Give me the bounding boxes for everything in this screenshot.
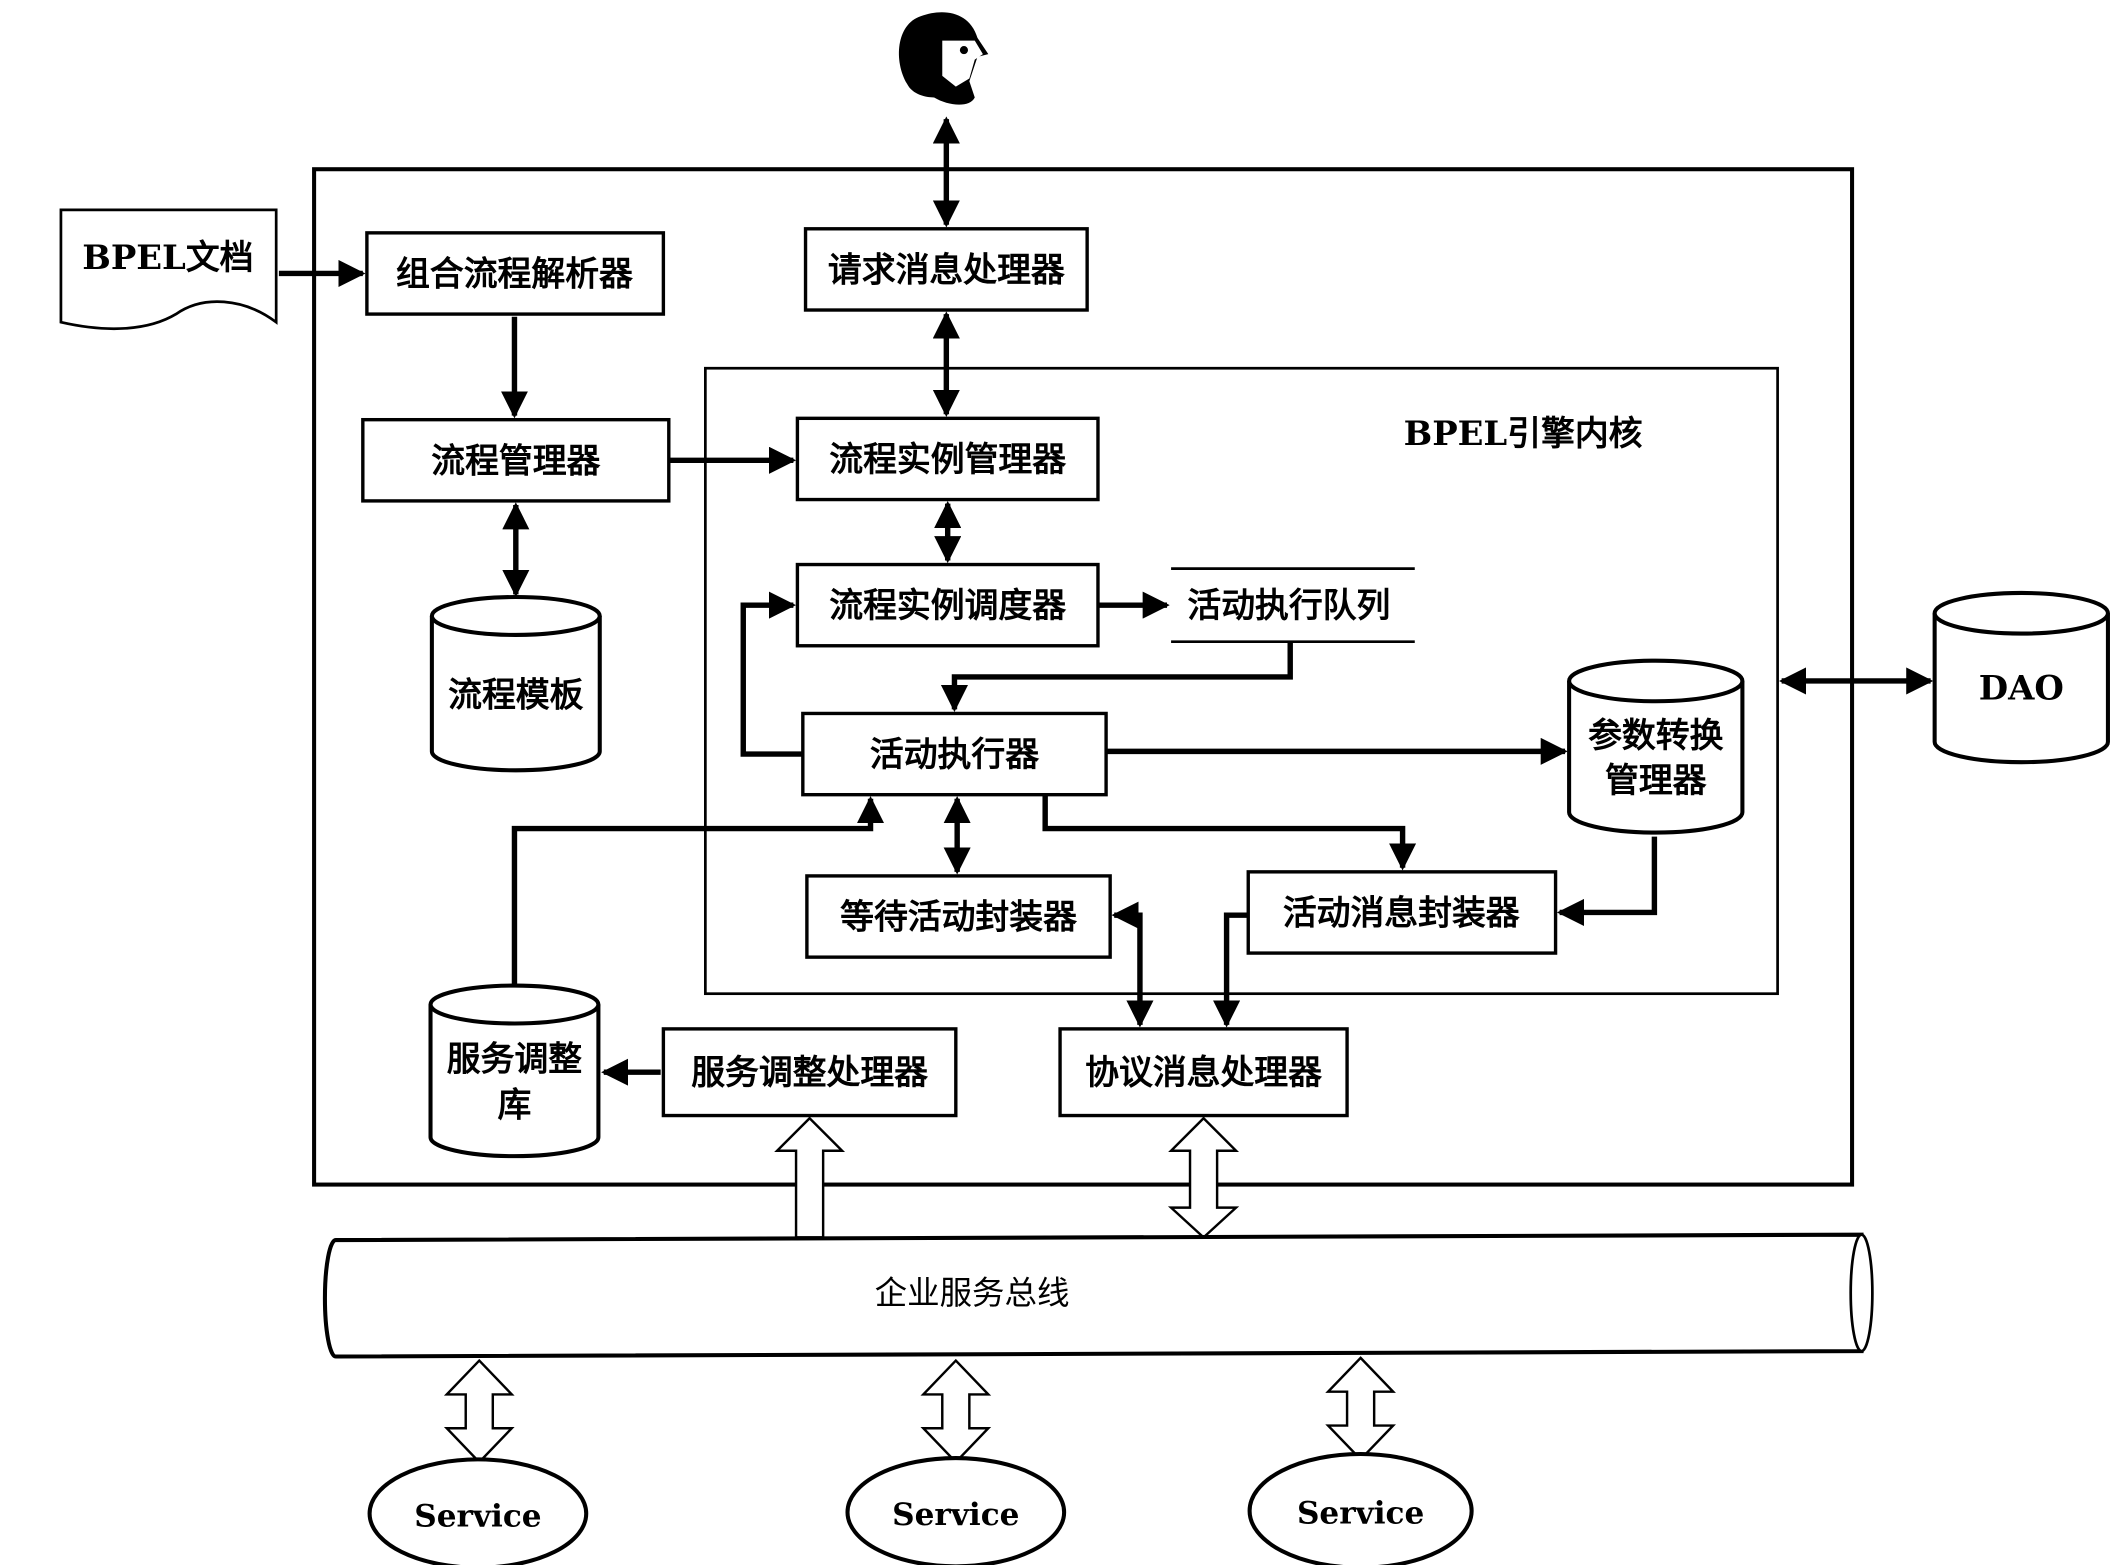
service-adjustment-processor: 服务调整处理器 — [661, 1027, 958, 1118]
bpel-document: BPEL文档 — [59, 208, 278, 331]
svg-text:DAO: DAO — [1979, 668, 2064, 708]
arrow-executor-msgwrapper — [1042, 796, 1417, 871]
svg-text:流程模板: 流程模板 — [448, 675, 583, 715]
composite-process-parser: 组合流程解析器 — [365, 231, 666, 316]
svg-text:服务调整处理器: 服务调整处理器 — [691, 1052, 929, 1092]
svg-text:活动执行器: 活动执行器 — [870, 734, 1040, 774]
engine-core-label: BPEL引擎内核 — [1404, 413, 1643, 453]
svg-text:Service: Service — [414, 1498, 541, 1534]
svg-text:流程实例调度器: 流程实例调度器 — [829, 585, 1067, 625]
service-node-3: Service — [1247, 1451, 1474, 1565]
activity-message-wrapper: 活动消息封装器 — [1246, 870, 1558, 955]
param-conversion-manager-db: 参数转换 管理器 — [1567, 658, 1745, 835]
bpel-document-label: BPEL文档 — [82, 237, 253, 277]
arrow-queue-executor — [940, 643, 1293, 713]
arrow-executor-scheduler — [740, 591, 803, 757]
svg-text:库: 库 — [498, 1085, 532, 1125]
process-instance-manager: 流程实例管理器 — [795, 416, 1100, 502]
process-manager: 流程管理器 — [361, 417, 671, 503]
user-icon — [898, 12, 989, 105]
protocol-message-processor: 协议消息处理器 — [1058, 1027, 1349, 1118]
svg-text:Service: Service — [1297, 1496, 1424, 1532]
svg-text:活动执行队列: 活动执行队列 — [1187, 585, 1390, 625]
bpel-architecture-diagram: BPEL引擎内核 BPEL文档 组合流程解析器 请求消息处理器 流程管理器 流程… — [59, 12, 2110, 1565]
arrow-msgwrapper-protocol — [1213, 912, 1249, 1028]
arrow-wait-protocol — [1111, 901, 1154, 1028]
svg-text:服务调整: 服务调整 — [447, 1039, 582, 1079]
svg-text:流程实例管理器: 流程实例管理器 — [829, 439, 1067, 479]
svg-text:等待活动封装器: 等待活动封装器 — [840, 897, 1078, 937]
request-message-processor: 请求消息处理器 — [803, 227, 1089, 312]
arrow-bus-service-1 — [443, 1358, 515, 1464]
arrow-bus-protocol — [1167, 1116, 1240, 1240]
service-adjustment-repo-db: 服务调整 库 — [428, 983, 601, 1159]
bus-label: 企业服务总线 — [875, 1274, 1070, 1312]
activity-execution-queue: 活动执行队列 — [1171, 567, 1415, 644]
service-node-1: Service — [367, 1457, 589, 1565]
service-node-2: Service — [845, 1456, 1067, 1565]
svg-text:管理器: 管理器 — [1605, 760, 1708, 800]
activity-executor: 活动执行器 — [801, 711, 1108, 797]
svg-text:请求消息处理器: 请求消息处理器 — [828, 249, 1066, 289]
wait-activity-wrapper: 等待活动封装器 — [805, 874, 1112, 959]
svg-text:组合流程解析器: 组合流程解析器 — [396, 253, 634, 293]
enterprise-service-bus: 企业服务总线 — [322, 1232, 1874, 1359]
arrow-bus-service-3 — [1325, 1356, 1396, 1462]
process-template-db: 流程模板 — [429, 594, 602, 773]
svg-text:活动消息封装器: 活动消息封装器 — [1283, 892, 1521, 932]
arrow-param-msgwrapper — [1556, 836, 1658, 927]
arrow-bus-service-2 — [920, 1358, 992, 1464]
dao-db: DAO — [1932, 590, 2110, 765]
svg-text:参数转换: 参数转换 — [1588, 715, 1723, 755]
process-instance-scheduler: 流程实例调度器 — [795, 562, 1100, 648]
svg-text:流程管理器: 流程管理器 — [431, 440, 601, 480]
svg-text:Service: Service — [892, 1497, 1019, 1533]
svg-text:协议消息处理器: 协议消息处理器 — [1085, 1052, 1323, 1092]
arrow-bus-to-adjproc — [774, 1116, 846, 1239]
